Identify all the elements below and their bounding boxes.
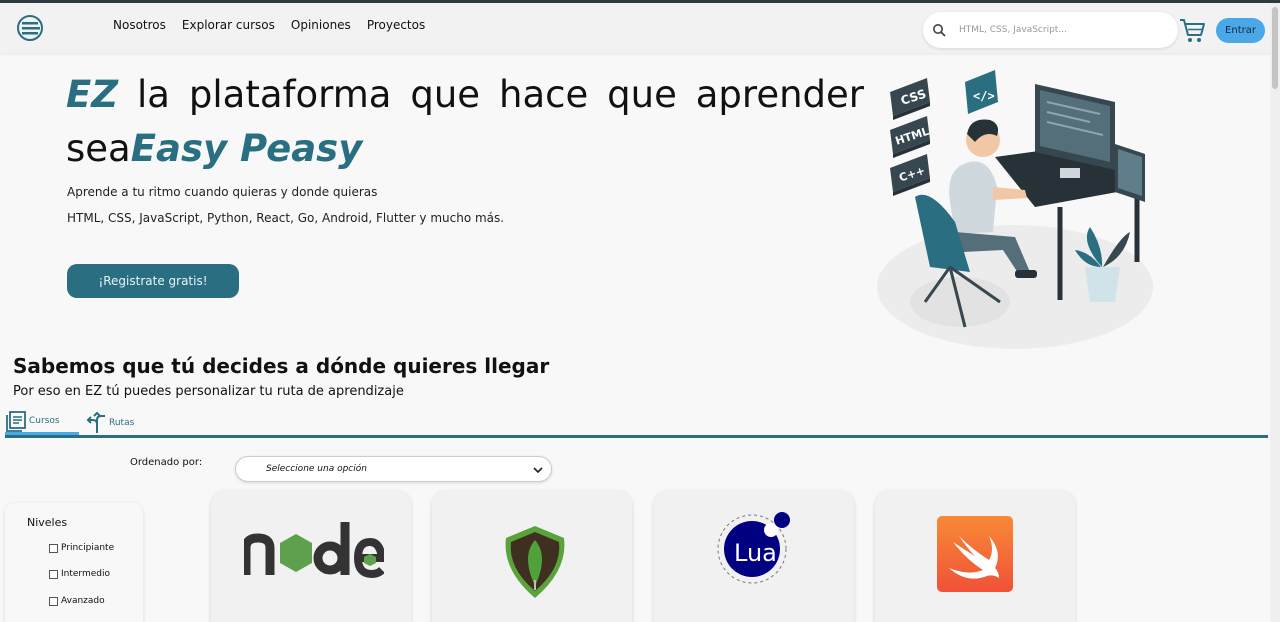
content-tabs: Cursos Rutas (5, 410, 1268, 438)
filter-label: Principiante (61, 543, 115, 553)
search-icon[interactable] (931, 22, 947, 38)
html-tag-icon: HTML (890, 116, 931, 158)
chevron-down-icon (533, 467, 543, 474)
ez-logo-icon[interactable] (16, 12, 44, 44)
principiante-checkbox[interactable] (49, 543, 58, 553)
section-subtitle: Por eso en EZ tú puedes personalizar tu … (13, 384, 404, 399)
register-free-button[interactable]: ¡Registrate gratis! (67, 264, 239, 298)
nav-link-explorar-cursos[interactable]: Explorar cursos (182, 18, 275, 32)
tab-cursos[interactable]: Cursos (5, 410, 79, 435)
lua-logo-text: Lua (734, 539, 777, 567)
intermedio-checkbox[interactable] (49, 569, 58, 579)
book-icon (6, 411, 26, 432)
lua-logo-icon: Lua (717, 512, 790, 584)
main-nav: Nosotros Explorar cursos Opiniones Proye… (113, 18, 425, 32)
code-tag-icon: </> (965, 70, 998, 114)
filter-option-avanzado[interactable]: Avanzado (49, 596, 105, 606)
top-navbar: Nosotros Explorar cursos Opiniones Proye… (0, 0, 1280, 53)
hero-title-line2: seaEasy Peasy (66, 127, 362, 171)
mongodb-logo-icon (505, 526, 565, 598)
hero-title-line2-brand: Easy Peasy (130, 127, 363, 170)
tab-rutas-label: Rutas (109, 417, 135, 428)
scrollbar-thumb[interactable] (1272, 7, 1278, 89)
course-card-swift[interactable] (875, 491, 1075, 622)
login-button[interactable]: Entrar (1216, 18, 1265, 43)
nav-link-nosotros[interactable]: Nosotros (113, 18, 166, 32)
level-filter-title: Niveles (27, 516, 68, 529)
hero-subtitle: Aprende a tu ritmo cuando quieras y dond… (67, 185, 378, 199)
filter-option-principiante[interactable]: Principiante (49, 543, 114, 553)
shopping-cart-icon[interactable] (1177, 15, 1207, 45)
search-input[interactable] (959, 21, 1164, 39)
course-card-nodejs[interactable] (211, 491, 411, 622)
css-tag-icon: CSS (890, 78, 930, 120)
sort-selected-value: Seleccione una opción (266, 464, 367, 474)
hero-title-brand: EZ (66, 73, 119, 116)
search-bar (923, 12, 1178, 48)
hero-tech-list: HTML, CSS, JavaScript, Python, React, Go… (67, 211, 505, 225)
filter-option-intermedio[interactable]: Intermedio (49, 569, 110, 579)
sort-select[interactable]: Seleccione una opción (235, 456, 552, 482)
nav-link-opiniones[interactable]: Opiniones (291, 18, 351, 32)
route-arrow-icon (86, 411, 105, 433)
code-tag-label: </> (973, 89, 995, 103)
course-card-mongodb[interactable] (432, 491, 632, 622)
section-title: Sabemos que tú decides a dónde quieres l… (13, 354, 550, 378)
filter-label: Avanzado (61, 596, 105, 606)
hero-title-line2-prefix: sea (66, 127, 131, 170)
nav-link-proyectos[interactable]: Proyectos (367, 18, 425, 32)
tab-cursos-label: Cursos (29, 416, 60, 426)
course-card-lua[interactable]: Lua (654, 491, 854, 622)
sort-label: Ordenado por: (130, 457, 203, 468)
developer-illustration: CSS HTML C++ </> (877, 70, 1153, 349)
hero-title: EZ la plataforma que hace que aprender (66, 62, 864, 128)
filter-label: Intermedio (61, 569, 110, 579)
page-scrollbar[interactable] (1270, 3, 1280, 622)
level-filter-panel: Niveles Principiante Intermedio Avanzado (5, 503, 143, 622)
hero-title-text: la plataforma que hace que aprender (118, 73, 864, 116)
swift-logo-icon (937, 516, 1013, 592)
cpp-tag-icon: C++ (890, 154, 930, 196)
avanzado-checkbox[interactable] (49, 596, 58, 606)
tab-rutas[interactable]: Rutas (85, 410, 145, 435)
nodejs-logo-icon (244, 522, 384, 579)
